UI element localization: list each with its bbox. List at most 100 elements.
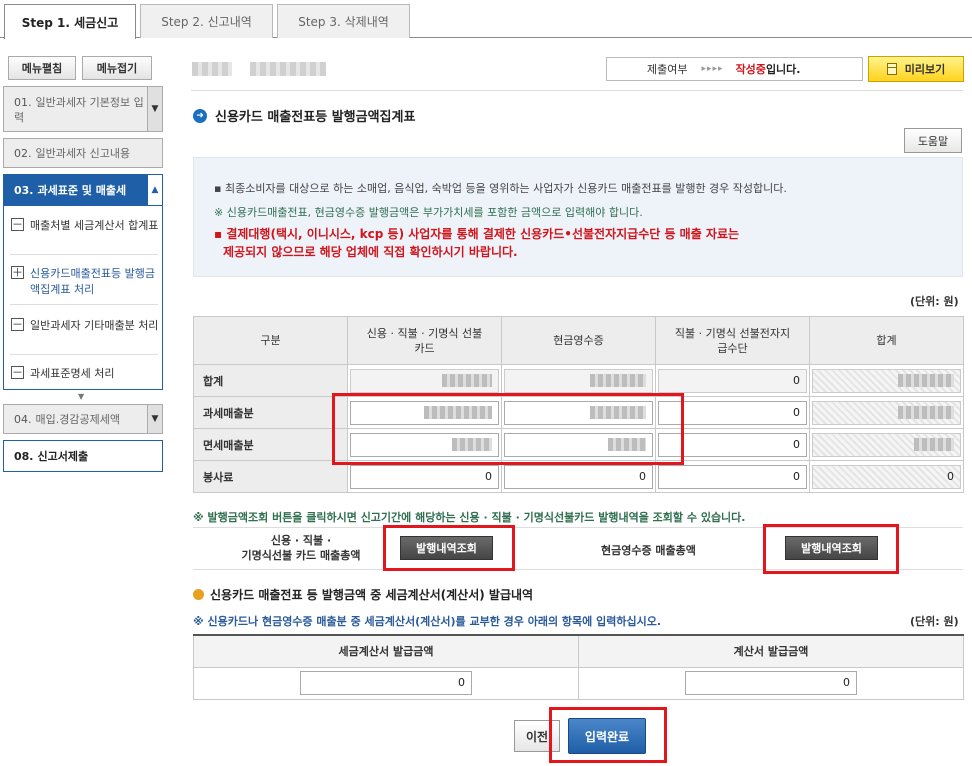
tax-invoice-amount-input[interactable]: 0	[300, 671, 472, 695]
sidebar-item-purchase-deduction[interactable]: 04. 매입.경감공제세액 ▼	[3, 404, 163, 434]
submenu-label: 과세표준명세 처리	[30, 367, 115, 380]
query-note: ※ 발행금액조회 버튼을 클릭하시면 신고기간에 해당하는 신용 · 직불 · …	[193, 511, 746, 524]
document-icon	[886, 63, 897, 75]
row-label: 합계	[193, 364, 348, 397]
menu-expand-button[interactable]: 메뉴펼침	[8, 56, 76, 80]
page-title: ➜ 신용카드 매출전표등 발행금액집계표	[193, 106, 415, 125]
submenu-label: 매출처별 세금계산서 합계표	[30, 219, 159, 232]
invoice-amount-input[interactable]: 0	[685, 671, 857, 695]
submit-input-button[interactable]: 입력완료	[568, 718, 646, 754]
notice-line-4: 제공되지 않으므로 해당 업체에 직접 확인하시기 바랍니다.	[223, 245, 518, 259]
query-bar: 신용 · 직불 · 기명식선불 카드 매출총액 발행내역조회 현금영수증 매출총…	[193, 527, 963, 570]
menu-number: 02.	[14, 146, 32, 160]
chevron-down-icon[interactable]: ▼	[147, 405, 162, 433]
exempt-cash-receipt-input[interactable]	[504, 432, 653, 457]
notice-box: ▪ 최종소비자를 대상으로 하는 소매업, 음식업, 숙박업 등을 영위하는 사…	[193, 157, 963, 277]
sales-summary-table: 구분 신용 · 직불 · 기명식 선불카드 현금영수증 직불 · 기명식 선불전…	[193, 316, 964, 493]
service-cash-receipt-input[interactable]: 0	[504, 464, 653, 489]
cash-receipt-history-query-button[interactable]: 발행내역조회	[785, 536, 878, 560]
masked-business-number	[250, 62, 326, 76]
total-sum-field	[812, 368, 961, 393]
chevron-down-icon[interactable]: ▼	[147, 87, 162, 131]
column-header: 신용 · 직불 · 기명식 선불카드	[347, 316, 502, 365]
menu-label: 신고서제출	[37, 450, 89, 463]
tab-step2[interactable]: Step 2. 신고내역	[140, 4, 273, 38]
masked-amount	[898, 374, 954, 387]
preview-button[interactable]: 미리보기	[868, 56, 964, 82]
masked-amount	[590, 406, 646, 419]
menu-number: 03.	[14, 183, 34, 197]
menu-label: 과세표준 및 매출세	[37, 184, 127, 197]
column-header: 구분	[193, 316, 348, 365]
menu-collapse-button[interactable]: 메뉴접기	[82, 56, 152, 80]
card-total-label-line: 신용 · 직불 ·	[270, 534, 332, 547]
masked-business-name	[192, 62, 232, 76]
notice-line-1: ▪ 최종소비자를 대상으로 하는 소매업, 음식업, 숙박업 등을 영위하는 사…	[214, 182, 787, 195]
masked-amount	[898, 406, 954, 419]
taxable-prepaid-input[interactable]: 0	[658, 400, 807, 425]
total-card-field	[350, 368, 499, 393]
preview-label: 미리보기	[904, 63, 946, 76]
tab-step3[interactable]: Step 3. 삭제내역	[277, 4, 410, 38]
tax-invoice-title: 신용카드 매출전표 등 발행금액 중 세금계산서(계산서) 발급내역	[210, 588, 534, 602]
row-label: 과세매출분	[193, 396, 348, 429]
sidebar-item-tax-base[interactable]: 03. 과세표준 및 매출세 ▲	[3, 174, 163, 206]
row-label: 봉사료	[193, 460, 348, 493]
menu-label: 일반과세자 신고내용	[35, 147, 131, 160]
masked-amount	[442, 374, 492, 387]
table-row: 면세매출분 0	[193, 428, 964, 461]
expand-box-icon: ＋	[11, 266, 24, 279]
service-prepaid-input[interactable]: 0	[658, 464, 807, 489]
column-header: 합계	[809, 316, 964, 365]
divider	[191, 90, 963, 91]
divider	[10, 304, 158, 305]
taxable-cash-receipt-input[interactable]	[504, 400, 653, 425]
exempt-sum-field	[812, 432, 961, 457]
chevron-up-icon[interactable]: ▲	[147, 175, 162, 205]
step-tabs: Step 1. 세금신고 Step 2. 신고내역 Step 3. 삭제내역	[0, 0, 972, 39]
menu-number: 08.	[14, 449, 34, 463]
table-row: 합계 0	[193, 364, 964, 397]
tax-invoice-note: ※ 신용카드나 현금영수증 매출분 중 세금계산서(계산서)를 교부한 경우 아…	[193, 615, 662, 628]
card-total-label-line: 기명식선불 카드 매출총액	[241, 549, 361, 562]
status-suffix: 입니다.	[765, 63, 801, 76]
submenu-item-tax-base-detail[interactable]: － 과세표준명세 처리	[4, 366, 162, 382]
submission-status: 제출여부 ▸▸▸▸ 작성중 입니다.	[606, 57, 863, 81]
help-button[interactable]: 도움말	[904, 128, 962, 153]
collapse-box-icon: －	[11, 318, 24, 331]
table-row: 과세매출분 0	[193, 396, 964, 429]
table-row: 봉사료 0 0 0 0	[193, 460, 964, 493]
sidebar-item-submit[interactable]: 08. 신고서제출	[3, 440, 163, 472]
arrow-down-icon: ▼	[78, 392, 85, 401]
divider	[10, 354, 158, 355]
masked-amount	[590, 374, 646, 387]
column-header: 현금영수증	[501, 316, 656, 365]
prev-button[interactable]: 이전	[514, 720, 560, 752]
exempt-prepaid-input[interactable]: 0	[658, 432, 807, 457]
submenu-label: 일반과세자 기타매출분 처리	[30, 319, 159, 332]
exempt-card-input[interactable]	[350, 432, 499, 457]
divider	[10, 254, 158, 255]
masked-amount	[424, 406, 492, 419]
masked-amount	[452, 438, 492, 451]
taxable-card-input[interactable]	[350, 400, 499, 425]
taxable-sum-field	[812, 400, 961, 425]
masked-amount	[608, 438, 646, 451]
tab-step1[interactable]: Step 1. 세금신고	[4, 4, 136, 39]
card-history-query-button[interactable]: 발행내역조회	[400, 536, 493, 560]
submenu-item-tax-invoice-summary[interactable]: － 매출처별 세금계산서 합계표	[4, 218, 162, 234]
submenu-item-other-sales[interactable]: － 일반과세자 기타매출분 처리	[4, 318, 162, 334]
sidebar-item-report-content[interactable]: 02. 일반과세자 신고내용	[3, 138, 163, 168]
notice-text: 최종소비자를 대상으로 하는 소매업, 음식업, 숙박업 등을 영위하는 사업자…	[224, 182, 787, 195]
column-header: 계산서 발급금액	[578, 634, 964, 668]
row-label: 면세매출분	[193, 428, 348, 461]
column-header: 직불 · 기명식 선불전자지급수단	[655, 316, 810, 365]
section-title: 신용카드 매출전표등 발행금액집계표	[215, 110, 416, 125]
sidebar-item-basic-info[interactable]: 01. 일반과세자 기본정보 입력 ▼	[3, 86, 163, 132]
status-value: 작성중	[735, 63, 766, 76]
service-card-input[interactable]: 0	[350, 464, 499, 489]
total-prepaid-field: 0	[658, 368, 807, 393]
total-cash-receipt-field	[504, 368, 653, 393]
submenu-item-credit-card-summary[interactable]: ＋ 신용카드매출전표등 발행금액집계표 처리	[4, 266, 162, 298]
collapse-box-icon: －	[11, 218, 24, 231]
